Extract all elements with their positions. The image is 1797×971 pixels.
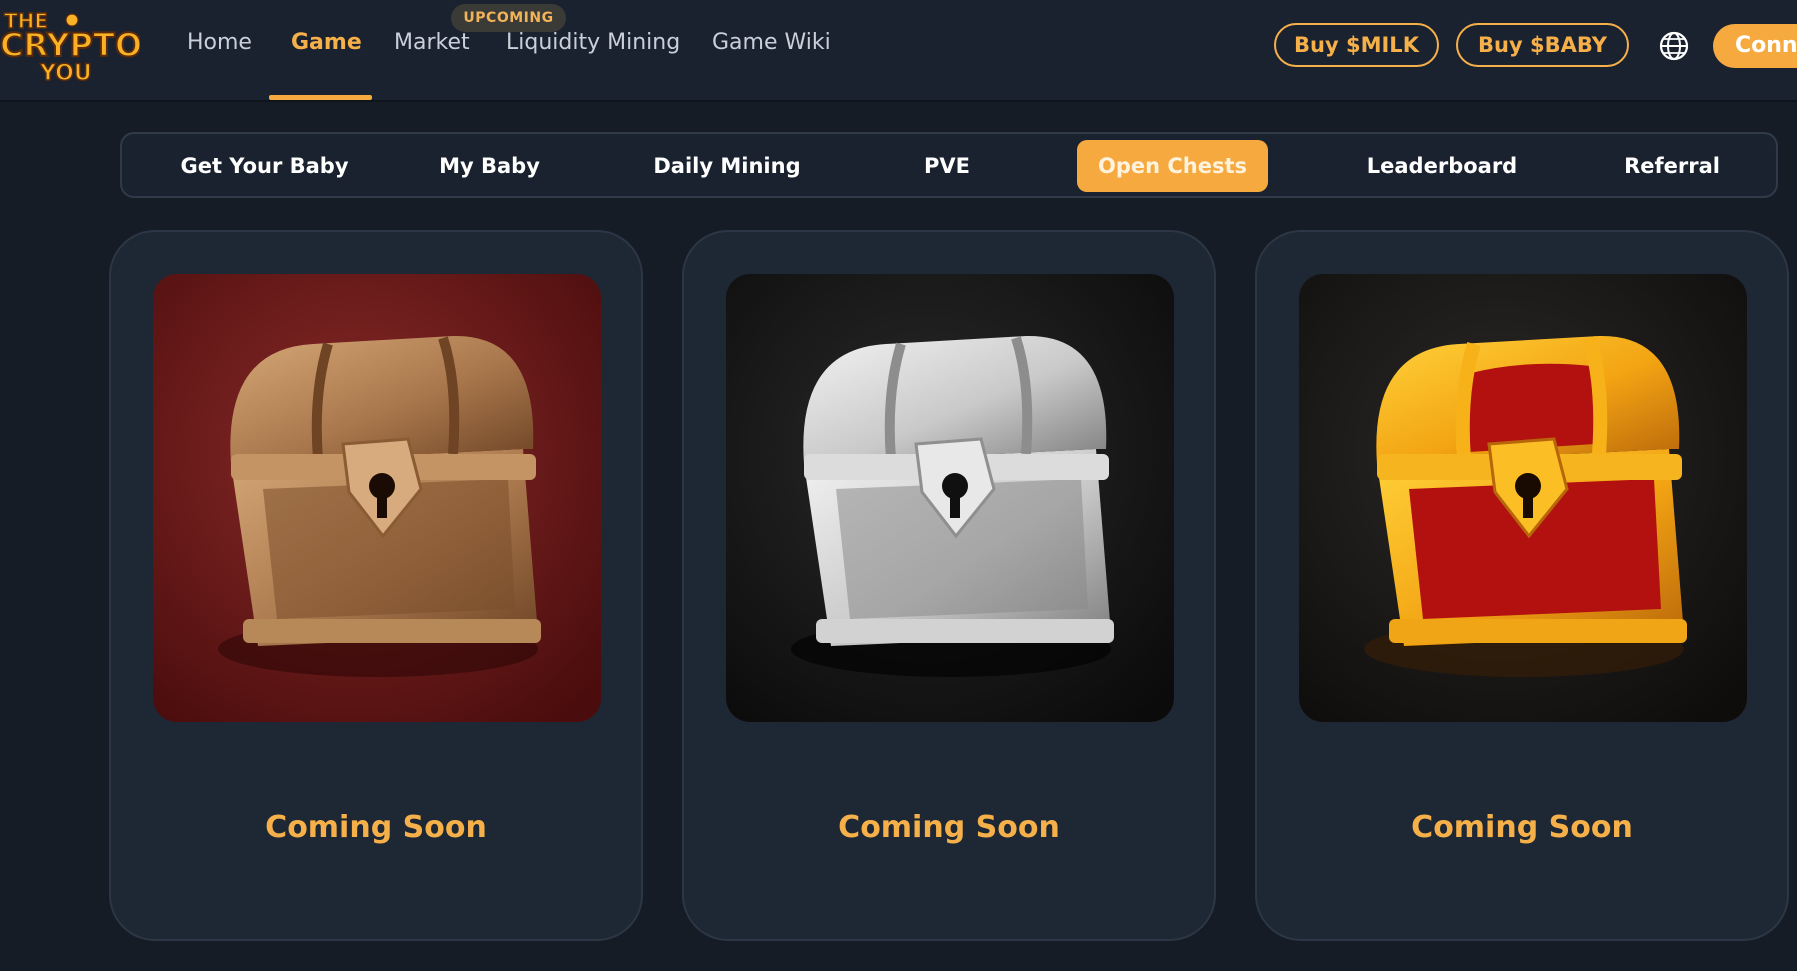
nav-liquidity-mining[interactable]: Liquidity Mining <box>506 30 680 55</box>
connect-wallet-button[interactable]: Conne <box>1713 24 1797 68</box>
tab-leaderboard[interactable]: Leaderboard <box>1352 140 1532 192</box>
buy-milk-button[interactable]: Buy $MILK <box>1274 23 1439 67</box>
buy-baby-button[interactable]: Buy $BABY <box>1456 23 1629 67</box>
game-sub-tabs: Get Your Baby My Baby Daily Mining PVE O… <box>120 132 1778 198</box>
tab-referral[interactable]: Referral <box>1602 140 1742 192</box>
nav-home[interactable]: Home <box>187 30 252 55</box>
tab-get-your-baby[interactable]: Get Your Baby <box>162 140 367 192</box>
chest-card-bronze[interactable]: Coming Soon <box>109 230 643 941</box>
bronze-chest-image <box>153 274 601 722</box>
chest-status-label: Coming Soon <box>1411 810 1633 845</box>
active-nav-indicator <box>269 95 372 100</box>
the-crypto-you-logo[interactable]: THE CRYPTO YOU <box>0 4 143 87</box>
upcoming-badge: UPCOMING <box>451 4 566 32</box>
silver-chest-image <box>726 274 1174 722</box>
chest-status-label: Coming Soon <box>265 810 487 845</box>
chest-card-gold[interactable]: Coming Soon <box>1255 230 1789 941</box>
chest-card-silver[interactable]: Coming Soon <box>682 230 1216 941</box>
chest-status-label: Coming Soon <box>838 810 1060 845</box>
nav-game[interactable]: Game <box>291 30 362 55</box>
tab-daily-mining[interactable]: Daily Mining <box>632 140 822 192</box>
tab-open-chests[interactable]: Open Chests <box>1077 140 1268 192</box>
globe-icon[interactable] <box>1658 30 1690 62</box>
tab-pve[interactable]: PVE <box>892 140 1002 192</box>
logo-graphic: THE CRYPTO YOU <box>0 8 143 87</box>
nav-game-wiki[interactable]: Game Wiki <box>712 30 831 55</box>
top-header: THE CRYPTO YOU Home Game Market Liquidit… <box>0 0 1797 102</box>
tab-my-baby[interactable]: My Baby <box>407 140 572 192</box>
gold-chest-image <box>1299 274 1747 722</box>
nav-market[interactable]: Market <box>394 30 470 55</box>
logo-line3: YOU <box>39 61 92 84</box>
logo-line2: CRYPTO <box>0 26 140 64</box>
